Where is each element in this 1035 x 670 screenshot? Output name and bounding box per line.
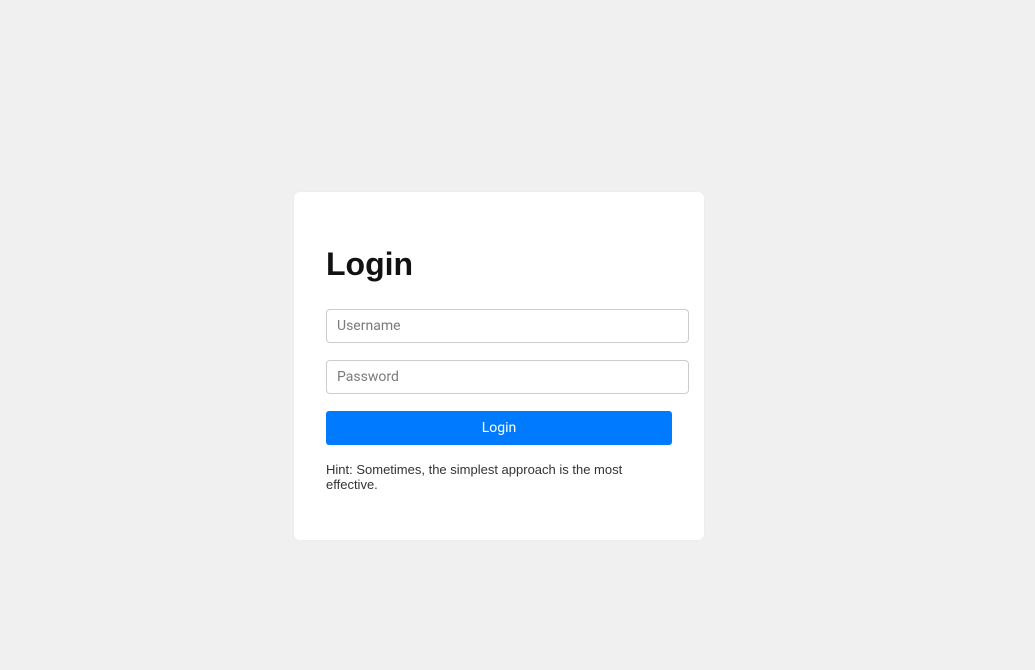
password-input[interactable]	[326, 360, 689, 394]
login-title: Login	[326, 246, 672, 283]
login-card: Login Login Hint: Sometimes, the simples…	[294, 192, 704, 540]
login-button[interactable]: Login	[326, 411, 672, 445]
hint-text: Hint: Sometimes, the simplest approach i…	[326, 462, 672, 492]
username-input[interactable]	[326, 309, 689, 343]
